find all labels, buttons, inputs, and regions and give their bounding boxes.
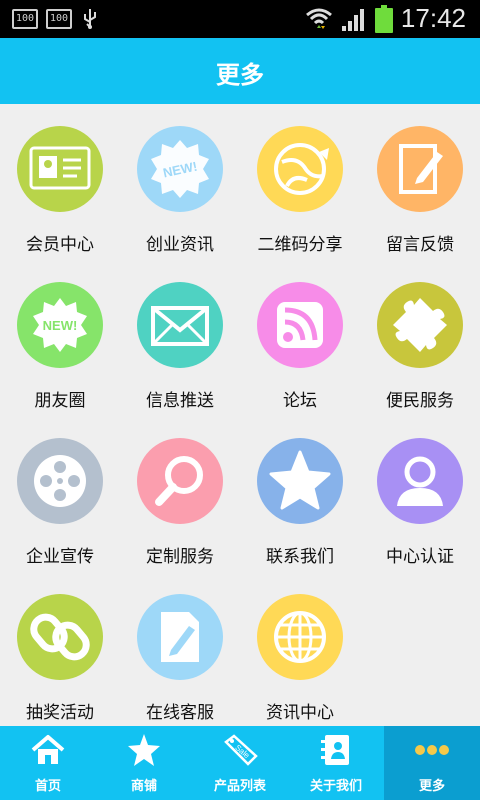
grid-item-custom-service[interactable]: 定制服务 [120,416,240,572]
contact-card-icon [321,735,349,765]
page-title: 更多 [216,61,264,89]
notification-badge-2: 100 [46,9,72,29]
new-burst-icon: NEW! [17,282,103,368]
grid-item-online-support[interactable]: 在线客服 [120,572,240,728]
tab-about-us[interactable]: 关于我们 [288,726,384,800]
svg-text:NEW!: NEW! [43,318,78,333]
more-dots-icon [415,745,449,755]
grid-item-news-center[interactable]: 资讯中心 [240,572,360,728]
grid-item-label: 信息推送 [146,391,214,411]
battery-icon [374,4,393,33]
grid-item-member-center[interactable]: 会员中心 [0,104,120,260]
tab-products[interactable]: Sale 产品列表 [192,726,288,800]
tab-home[interactable]: 首页 [0,726,96,800]
share-globe-icon [257,126,343,212]
grid-item-certification[interactable]: 中心认证 [360,416,480,572]
app-header: 更多 [0,38,480,104]
puzzle-icon [377,282,463,368]
tab-label: 产品列表 [213,779,266,794]
status-right: 17:42 [305,3,466,34]
notification-badge-1: 100 [12,9,38,29]
star-burst-icon [128,734,160,766]
document-pencil-icon [137,594,223,680]
chain-link-icon [17,594,103,680]
sale-tag-icon: Sale [224,734,258,766]
grid-item-contact-us[interactable]: 联系我们 [240,416,360,572]
grid-item-label: 抽奖活动 [26,703,94,723]
status-left: 100 100 [12,8,100,30]
grid-item-label: 留言反馈 [386,235,454,255]
rss-icon [257,282,343,368]
wifi-icon [305,8,332,29]
grid-item-label: 中心认证 [386,547,454,567]
grid-item-lottery[interactable]: 抽奖活动 [0,572,120,728]
grid-item-startup-news[interactable]: NEW! 创业资讯 [120,104,240,260]
tab-label: 首页 [34,779,61,794]
grid-item-label: 资讯中心 [266,703,334,723]
signal-icon [341,8,364,31]
feature-grid: 会员中心 NEW! 创业资讯 二维码分享 留言反馈 NEW! 朋友圈 信息推送 [0,104,480,726]
tab-label: 关于我们 [309,779,362,794]
globe-icon [257,594,343,680]
usb-icon [84,9,96,29]
envelope-icon [137,282,223,368]
magnifier-icon [137,438,223,524]
grid-item-forum[interactable]: 论坛 [240,260,360,416]
status-time: 17:42 [400,3,466,33]
grid-item-feedback[interactable]: 留言反馈 [360,104,480,260]
grid-item-label: 联系我们 [266,547,334,567]
new-badge-icon: NEW! [137,126,223,212]
grid-item-moments[interactable]: NEW! 朋友圈 [0,260,120,416]
edit-note-icon [377,126,463,212]
user-icon [377,438,463,524]
star-icon [257,438,343,524]
grid-item-convenience[interactable]: 便民服务 [360,260,480,416]
grid-item-label: 创业资讯 [146,235,214,255]
grid-item-qr-share[interactable]: 二维码分享 [240,104,360,260]
tab-label: 商铺 [130,779,157,794]
status-bar: 100 100 17:42 [0,0,480,38]
grid-item-label: 在线客服 [146,703,214,723]
grid-item-promotion[interactable]: 企业宣传 [0,416,120,572]
tab-label: 更多 [418,779,445,794]
tab-shops[interactable]: 商铺 [96,726,192,800]
film-reel-icon [17,438,103,524]
bottom-tab-bar: 首页 商铺 Sale 产品列表 关于我们 更多 [0,726,480,800]
home-icon [31,735,65,764]
grid-item-label: 论坛 [283,391,317,411]
grid-item-label: 企业宣传 [26,547,94,567]
grid-item-label: 会员中心 [26,235,94,255]
member-card-icon [17,126,103,212]
grid-item-label: 朋友圈 [34,391,86,411]
grid-item-label: 便民服务 [386,391,454,411]
grid-item-push-info[interactable]: 信息推送 [120,260,240,416]
tab-more[interactable]: 更多 [384,726,480,800]
grid-item-label: 定制服务 [146,547,214,567]
grid-item-label: 二维码分享 [257,235,343,255]
